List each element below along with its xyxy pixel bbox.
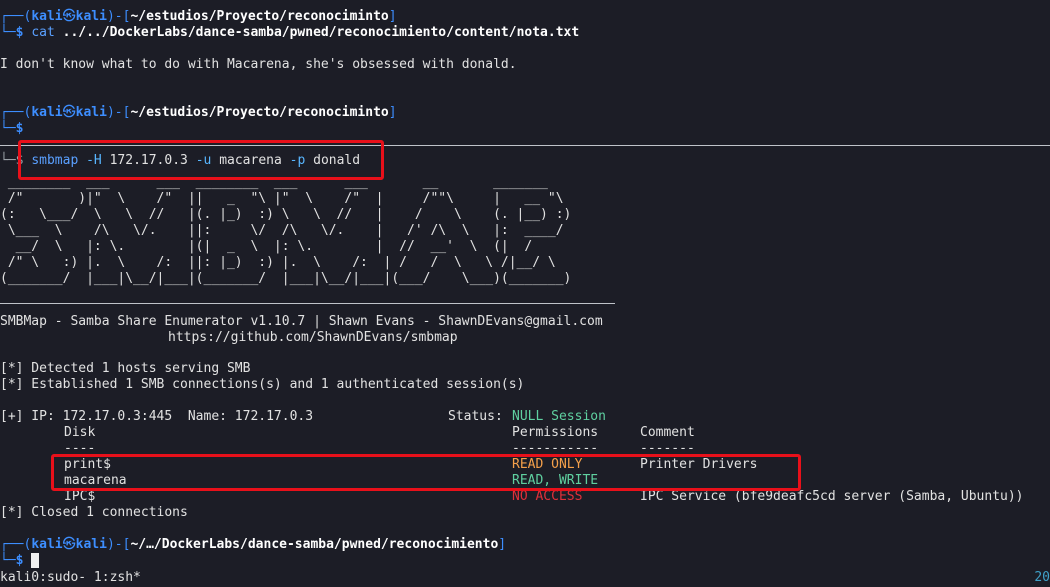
cat-command: cat bbox=[31, 25, 55, 40]
prompt-corner: ┌── bbox=[0, 9, 24, 24]
closed-line: [*] Closed 1 connections bbox=[0, 505, 188, 520]
status-value: NULL Session bbox=[512, 409, 606, 424]
banner-underline bbox=[0, 303, 615, 304]
share-comment-ipc: IPC Service (bfe9deafc5cd server (Samba,… bbox=[640, 489, 1024, 504]
terminal-cursor[interactable] bbox=[31, 553, 40, 568]
active-command-line[interactable]: └─$ bbox=[0, 553, 40, 569]
tmux-windows[interactable]: kali0:sudo- 1:zsh* bbox=[0, 570, 141, 585]
header-permissions: Permissions bbox=[512, 425, 599, 440]
host-line: [+] IP: 172.17.0.3:445 Name: 172.17.0.3 bbox=[0, 409, 314, 424]
command-line-1: └─$ cat ../../DockerLabs/dance-samba/pwn… bbox=[0, 25, 580, 40]
smbmap-ascii-banner: ________ ___ ___ ________ ___ ___ __ ___… bbox=[0, 175, 572, 286]
prompt-line-1: ┌──(kali㉿kali)-[~/estudios/Proyecto/reco… bbox=[0, 9, 397, 24]
share-disk-ipc: IPC$ bbox=[64, 489, 96, 504]
cat-args: ../../DockerLabs/dance-samba/pwned/recon… bbox=[62, 25, 580, 40]
empty-command-line: └─$ bbox=[0, 121, 24, 136]
prompt-line-3: ┌──(kali㉿kali)-[~/…/DockerLabs/dance-sam… bbox=[0, 537, 507, 552]
status-label: Status: bbox=[448, 409, 503, 424]
prompt-line-2: ┌──(kali㉿kali)-[~/estudios/Proyecto/reco… bbox=[0, 105, 397, 120]
prompt-user: kali bbox=[31, 9, 63, 24]
info-line-1: [*] Detected 1 hosts serving SMB bbox=[0, 361, 251, 376]
prompt-path: ~/estudios/Proyecto/reconocimintο bbox=[130, 9, 389, 24]
share-perm-ipc: NO ACCESS bbox=[512, 489, 583, 504]
smbmap-title: SMBMap - Samba Share Enumerator v1.10.7 … bbox=[0, 314, 603, 329]
kali-at-icon: ㉿ bbox=[62, 105, 76, 120]
highlight-box-command bbox=[18, 140, 384, 180]
prompt-host: kali bbox=[75, 9, 107, 24]
header-comment: Comment bbox=[640, 425, 695, 440]
smbmap-url: https://github.com/ShawnDEvans/smbmap bbox=[168, 330, 458, 345]
tmux-status-bar: kali0:sudo- 1:zsh* 20 bbox=[0, 569, 1050, 587]
tmux-status-right: 20 bbox=[1034, 570, 1050, 585]
info-line-2: [*] Established 1 SMB connections(s) and… bbox=[0, 377, 525, 392]
header-disk: Disk bbox=[64, 425, 96, 440]
highlight-box-shares bbox=[51, 454, 801, 491]
kali-at-icon: ㉿ bbox=[62, 9, 76, 24]
nota-output: I don't know what to do with Macarena, s… bbox=[0, 57, 517, 72]
kali-at-icon: ㉿ bbox=[62, 537, 76, 552]
